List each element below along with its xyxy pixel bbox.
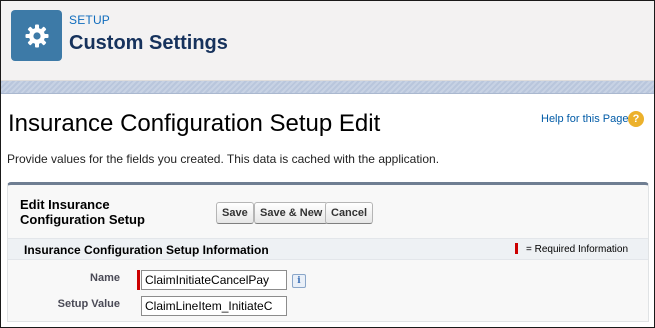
panel-header: Edit Insurance Configuration Setup Save … [8, 185, 648, 237]
setup-value-input[interactable] [141, 296, 287, 316]
name-label: Name [90, 272, 120, 284]
header-title: Custom Settings [69, 32, 228, 54]
setup-icon-tile [11, 10, 62, 61]
help-link[interactable]: Help for this Page [541, 113, 628, 125]
edit-panel: Edit Insurance Configuration Setup Save … [7, 182, 649, 322]
header-divider-stripe [1, 81, 654, 94]
section-title: Insurance Configuration Setup Informatio… [24, 243, 269, 257]
help-icon[interactable]: ? [628, 111, 644, 127]
gear-icon [25, 24, 48, 47]
save-and-new-button[interactable]: Save & New [254, 202, 329, 224]
required-legend-marker [515, 243, 518, 254]
breadcrumb-setup[interactable]: SETUP [69, 13, 110, 27]
required-legend-text: = Required Information [526, 244, 629, 255]
section-header: Insurance Configuration Setup Informatio… [8, 238, 648, 260]
setup-value-label: Setup Value [57, 298, 120, 310]
info-icon[interactable]: i [292, 274, 306, 288]
name-input[interactable] [141, 270, 287, 290]
save-button[interactable]: Save [216, 202, 254, 224]
page-title: Insurance Configuration Setup Edit [8, 110, 381, 137]
name-required-marker [137, 270, 140, 290]
page-instructions: Provide values for the fields you create… [7, 152, 440, 166]
page-header: SETUP Custom Settings [1, 1, 654, 81]
panel-title: Edit Insurance Configuration Setup [20, 197, 145, 227]
cancel-button[interactable]: Cancel [325, 202, 374, 224]
